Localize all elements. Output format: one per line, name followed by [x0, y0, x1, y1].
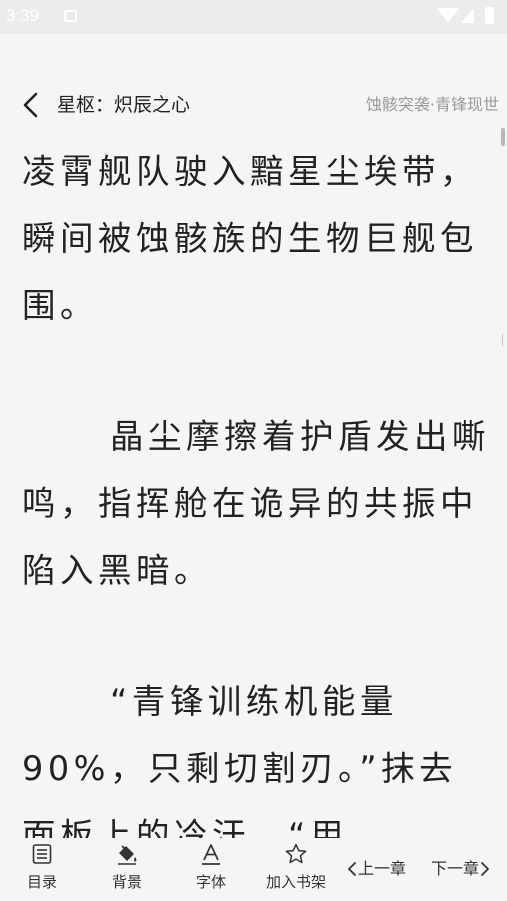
toc-button[interactable]: 目录	[2, 842, 82, 891]
status-time: 3:39	[6, 6, 40, 25]
back-button[interactable]	[18, 92, 44, 118]
battery-icon	[485, 7, 494, 24]
next-chapter-label: 下一章	[431, 859, 480, 878]
add-to-bookshelf-button[interactable]: 加入书架	[256, 842, 336, 891]
chevron-left-icon	[23, 92, 38, 118]
toc-label: 目录	[26, 873, 57, 891]
font-button[interactable]: 字体	[171, 842, 251, 891]
font-a-icon	[202, 844, 220, 865]
prev-chapter-button[interactable]: 上一章	[346, 858, 406, 880]
status-bar: 3:39	[0, 0, 507, 34]
wifi-icon	[437, 8, 459, 23]
paint-bucket-icon	[118, 845, 137, 865]
chapter-content: 凌霄舰队驶入黯星尘埃带，瞬间被蚀骸族的生物巨舰包围。 晶尘摩擦着护盾发出嘶鸣，指…	[22, 138, 492, 838]
background-button[interactable]: 背景	[87, 842, 167, 891]
signal-icon	[461, 8, 474, 23]
paragraph: “青锋训练机能量90%，只剩切割刃。”抹去面板上的冷汗，“用	[22, 682, 458, 838]
paragraph: 晶尘摩擦着护盾发出嘶鸣，指挥舱在诡异的共振中陷入黑暗。	[22, 417, 490, 590]
next-chapter-button[interactable]: 下一章	[431, 858, 491, 880]
chapter-title: 蚀骸突袭·青锋现世	[365, 95, 499, 114]
list-icon	[32, 844, 52, 864]
background-label: 背景	[111, 873, 142, 891]
bottom-toolbar: 目录 背景 字体 加入书架 上一章 下一章	[0, 838, 507, 901]
edge-handle	[502, 334, 507, 346]
book-title: 星枢：炽辰之心	[57, 94, 191, 116]
prev-chapter-label: 上一章	[358, 859, 407, 878]
paragraph: 凌霄舰队驶入黯星尘埃带，瞬间被蚀骸族的生物巨舰包围。	[22, 152, 478, 325]
chevron-left-icon	[348, 862, 356, 876]
chevron-right-icon	[481, 862, 489, 876]
scrollbar-thumb[interactable]	[501, 128, 505, 146]
bookshelf-label: 加入书架	[265, 873, 326, 891]
notification-icon	[64, 10, 77, 22]
star-icon	[285, 843, 307, 864]
font-label: 字体	[195, 873, 226, 891]
reader-header: 星枢：炽辰之心 蚀骸突袭·青锋现世	[0, 84, 507, 126]
